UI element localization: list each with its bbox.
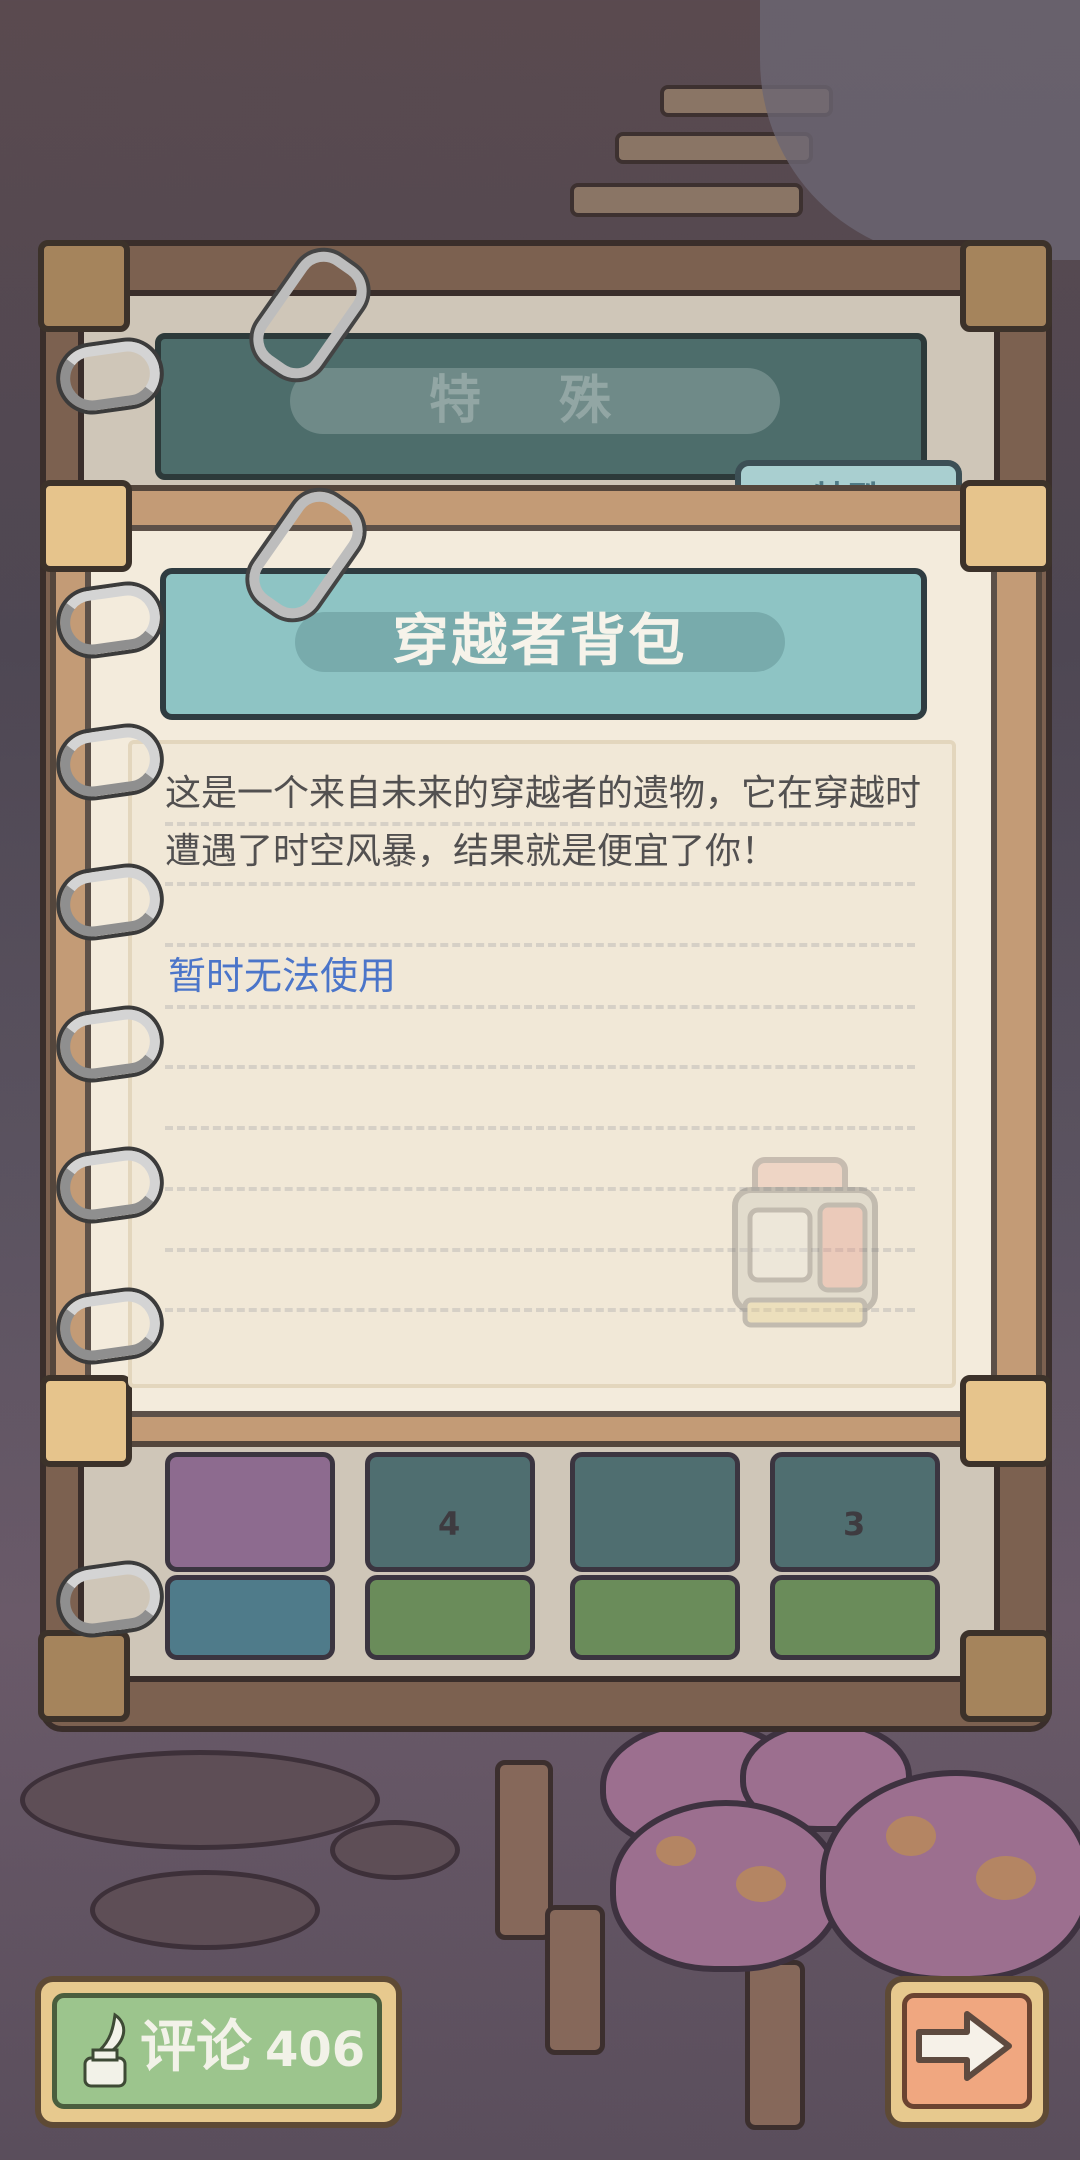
wooden-post (745, 1960, 805, 2130)
item-slot[interactable] (165, 1452, 335, 1572)
item-slot[interactable] (365, 1575, 535, 1660)
corner-bracket (38, 1630, 130, 1722)
wooden-post (545, 1905, 605, 2055)
backpack-icon (732, 1157, 878, 1328)
corner-bracket (960, 1375, 1052, 1467)
mushroom (820, 1770, 1080, 1982)
comment-label: 评论 (140, 2015, 252, 2080)
item-slot[interactable] (570, 1452, 740, 1572)
item-description: 这是一个来自未来的穿越者的遗物，它在穿越时遭遇了时空风暴，结果就是便宜了你！ (165, 773, 922, 872)
item-slot[interactable] (570, 1575, 740, 1660)
item-slot[interactable] (770, 1575, 940, 1660)
arrow-right-icon (916, 2011, 1012, 2081)
corner-bracket (40, 1375, 132, 1467)
corner-bracket (960, 1630, 1052, 1722)
item-count: 3 (843, 1505, 866, 1543)
corner-bracket (960, 240, 1052, 332)
quill-inkpot-icon (83, 2012, 127, 2088)
ruled-line (165, 1126, 915, 1130)
comment-count: 406 (265, 2022, 366, 2078)
stone-decoration (20, 1750, 380, 1850)
ruled-line (165, 1005, 915, 1009)
plank-decoration (570, 183, 803, 217)
corner-bracket (38, 240, 130, 332)
item-title: 穿越者背包 (392, 609, 688, 674)
ruled-line (165, 882, 915, 886)
corner-bracket (960, 480, 1052, 572)
stone-decoration (90, 1870, 320, 1950)
item-slot[interactable] (165, 1575, 335, 1660)
item-status: 暂时无法使用 (168, 954, 397, 998)
mushroom (610, 1800, 842, 1972)
corner-bracket (40, 480, 132, 572)
rock-decoration (760, 0, 1080, 260)
stone-decoration (330, 1820, 460, 1880)
ruled-line (165, 1065, 915, 1069)
back-category-title: 特 殊 (290, 368, 780, 434)
item-count: 4 (438, 1505, 461, 1543)
